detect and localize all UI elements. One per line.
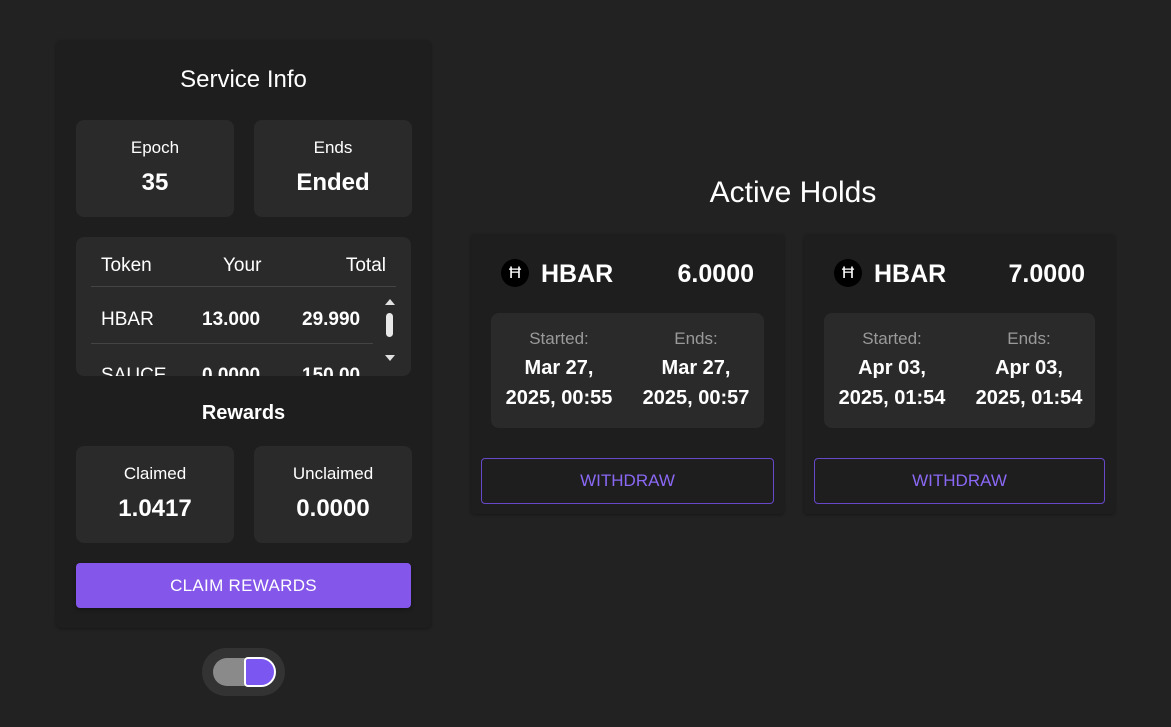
- hold-card: Ħ HBAR 7.0000 Started: Apr 03, 2025, 01:…: [804, 234, 1115, 514]
- token-table-header: Token Your Total: [91, 237, 396, 287]
- ends-date: Apr 03,: [995, 357, 1063, 379]
- ends-col: Ends: Mar 27, 2025, 00:57: [628, 329, 764, 413]
- row-token: SAUCE: [101, 365, 167, 376]
- started-time: 2025, 00:55: [505, 387, 613, 409]
- header-total: Total: [345, 255, 386, 276]
- started-date: Mar 27,: [524, 357, 594, 379]
- started-value: Mar 27, 2025, 00:55: [491, 353, 627, 413]
- started-time: 2025, 01:54: [838, 387, 946, 409]
- withdraw-button[interactable]: WITHDRAW: [481, 458, 774, 504]
- ends-value: Apr 03, 2025, 01:54: [961, 353, 1097, 413]
- hbar-icon: Ħ: [501, 259, 529, 287]
- withdraw-button[interactable]: WITHDRAW: [814, 458, 1105, 504]
- row-total: 29.990: [302, 309, 361, 330]
- epoch-label: Epoch: [130, 138, 180, 157]
- hbar-icon: Ħ: [834, 259, 862, 287]
- row-total: 150.00: [302, 365, 361, 376]
- started-value: Apr 03, 2025, 01:54: [824, 353, 960, 413]
- service-info-panel: Service Info Epoch 35 Ends Ended Token Y…: [56, 40, 431, 628]
- row-your: 0.0000: [202, 365, 261, 376]
- ends-date: Mar 27,: [661, 357, 731, 379]
- ends-label: Ends:: [1007, 329, 1051, 348]
- claimed-value: 1.0417: [118, 495, 192, 522]
- hold-dates: Started: Apr 03, 2025, 01:54 Ends: Apr 0…: [824, 313, 1095, 428]
- header-token: Token: [101, 255, 152, 276]
- started-col: Started: Mar 27, 2025, 00:55: [491, 329, 627, 413]
- hold-card: Ħ HBAR 6.0000 Started: Mar 27, 2025, 00:…: [471, 234, 784, 514]
- claimed-label: Claimed: [123, 464, 187, 483]
- epoch-box: Epoch 35: [76, 120, 234, 217]
- ends-time: 2025, 00:57: [642, 387, 750, 409]
- epoch-value: 35: [141, 169, 169, 196]
- table-row: SAUCE 0.0000 150.00: [91, 344, 373, 376]
- scroll-down-arrow-icon[interactable]: [385, 355, 395, 361]
- started-label: Started:: [529, 329, 589, 348]
- service-info-title: Service Info: [180, 66, 307, 93]
- hold-token: HBAR: [874, 260, 947, 288]
- table-scrollbar[interactable]: [383, 299, 397, 361]
- unclaimed-value: 0.0000: [296, 495, 370, 522]
- ends-value: Ended: [296, 169, 370, 196]
- hold-dates: Started: Mar 27, 2025, 00:55 Ends: Mar 2…: [491, 313, 764, 428]
- claimed-box: Claimed 1.0417: [76, 446, 234, 543]
- theme-toggle[interactable]: [202, 648, 285, 696]
- hold-amount: 6.0000: [677, 260, 754, 288]
- ends-col: Ends: Apr 03, 2025, 01:54: [961, 329, 1097, 413]
- table-row: HBAR 13.000 29.990: [91, 288, 373, 344]
- token-table: Token Your Total HBAR 13.000 29.990 SAUC…: [76, 237, 411, 376]
- ends-label: Ends: [313, 138, 353, 157]
- hold-token: HBAR: [541, 260, 614, 288]
- started-col: Started: Apr 03, 2025, 01:54: [824, 329, 960, 413]
- unclaimed-label: Unclaimed: [292, 464, 374, 483]
- hold-amount: 7.0000: [1008, 260, 1085, 288]
- scroll-up-arrow-icon[interactable]: [385, 299, 395, 305]
- ends-value: Mar 27, 2025, 00:57: [628, 353, 764, 413]
- token-table-body[interactable]: HBAR 13.000 29.990 SAUCE 0.0000 150.00: [91, 288, 373, 376]
- row-your: 13.000: [202, 309, 261, 330]
- active-holds-title: Active Holds: [709, 176, 877, 209]
- unclaimed-box: Unclaimed 0.0000: [254, 446, 412, 543]
- row-token: HBAR: [101, 309, 154, 330]
- scrollbar-thumb[interactable]: [386, 313, 393, 337]
- ends-box: Ends Ended: [254, 120, 412, 217]
- rewards-title: Rewards: [201, 402, 286, 424]
- ends-time: 2025, 01:54: [975, 387, 1083, 409]
- started-date: Apr 03,: [858, 357, 926, 379]
- started-label: Started:: [862, 329, 922, 348]
- ends-label: Ends:: [674, 329, 718, 348]
- header-your: Your: [223, 255, 262, 276]
- toggle-knob[interactable]: [244, 657, 276, 687]
- claim-rewards-button[interactable]: CLAIM REWARDS: [76, 563, 411, 608]
